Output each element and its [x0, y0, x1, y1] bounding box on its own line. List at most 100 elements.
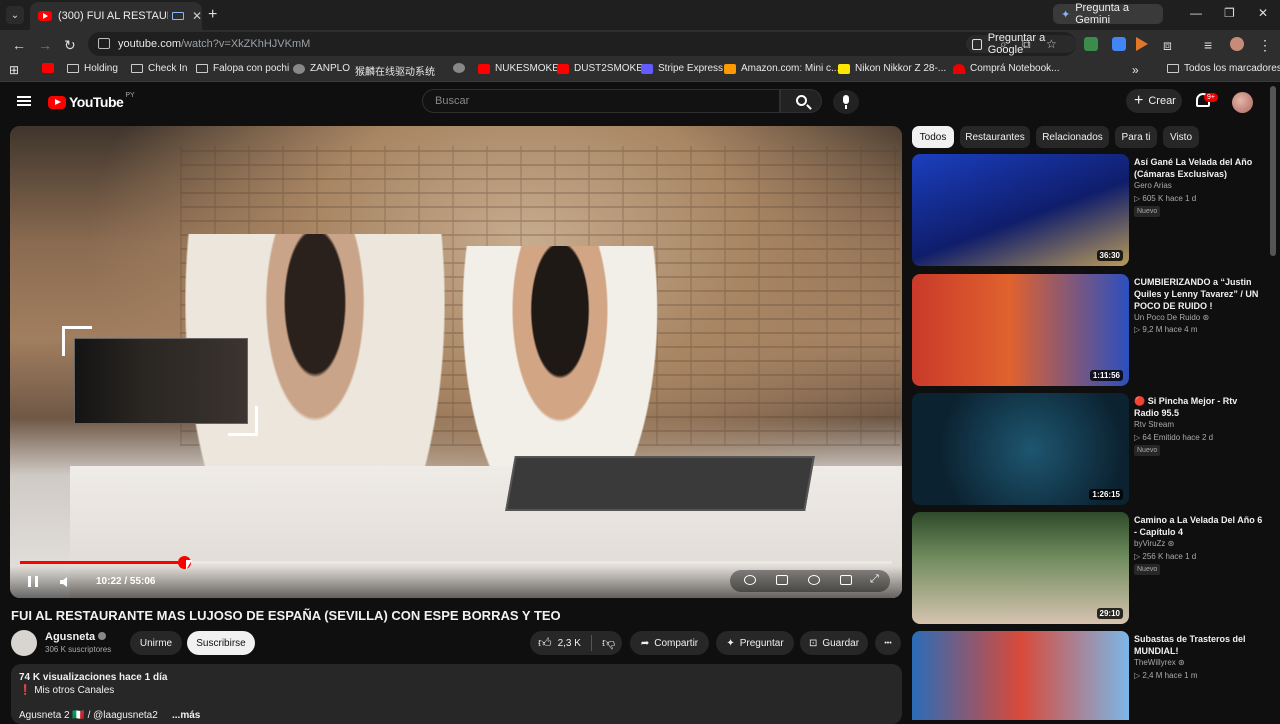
- bookmark-stripe[interactable]: Stripe Express: [641, 63, 723, 74]
- bookmark-folder-checkin[interactable]: Check In: [131, 63, 187, 74]
- bookmark-item[interactable]: [42, 63, 59, 73]
- recommendation-item[interactable]: 36:30 Así Gané La Velada del Año (Cámara…: [912, 154, 1272, 268]
- chip-todos[interactable]: Todos: [912, 126, 954, 148]
- description-box[interactable]: 74 K visualizaciones hace 1 día ❗ Mis ot…: [11, 664, 902, 724]
- volume-icon[interactable]: [59, 575, 73, 589]
- recommendation-channel[interactable]: Un Poco De Ruido ⊛: [1134, 313, 1209, 322]
- bookmark-globe[interactable]: [453, 63, 470, 73]
- chip-visto[interactable]: Visto: [1163, 126, 1199, 148]
- video-thumbnail[interactable]: 1:11:56: [912, 274, 1129, 386]
- video-thumbnail[interactable]: [912, 631, 1129, 720]
- media-control-icon[interactable]: ≡: [1204, 37, 1212, 53]
- video-thumbnail[interactable]: 36:30: [912, 154, 1129, 266]
- create-button[interactable]: + Crear: [1126, 89, 1182, 113]
- join-button[interactable]: Unirme: [130, 631, 182, 655]
- youtube-wordmark: YouTube: [69, 94, 124, 110]
- recommendation-channel[interactable]: byViruZz ⊛: [1134, 539, 1174, 548]
- like-count[interactable]: 2,3 K: [558, 638, 581, 649]
- pause-icon[interactable]: [28, 576, 38, 587]
- settings-gear-icon[interactable]: [808, 575, 820, 585]
- recommendation-item[interactable]: 1:26:15 🔴 Si Pincha Mejor - Rtv Radio 95…: [912, 393, 1272, 507]
- extension-play-icon[interactable]: [1136, 37, 1148, 51]
- voice-search-icon[interactable]: [833, 90, 859, 114]
- bookmarks-overflow-icon[interactable]: »: [1132, 63, 1139, 77]
- bookmark-amazon[interactable]: Amazon.com: Mini c...: [724, 63, 839, 74]
- more-actions-button[interactable]: •••: [875, 631, 901, 655]
- cast-icon: [172, 12, 184, 20]
- reload-icon[interactable]: ↻: [64, 37, 76, 54]
- bookmark-folder-holding[interactable]: Holding: [67, 63, 118, 74]
- recommendation-title[interactable]: Subastas de Trasteros del MUNDIAL!: [1134, 633, 1264, 657]
- gemini-button[interactable]: ✦ Pregunta a Gemini: [1053, 2, 1163, 26]
- maximize-button[interactable]: ❐: [1224, 6, 1235, 20]
- recommendation-item[interactable]: 29:10 Camino a La Velada Del Año 6 - Cap…: [912, 512, 1272, 626]
- show-more-link[interactable]: ...más: [172, 710, 200, 721]
- browser-menu-icon[interactable]: ⋮: [1258, 37, 1272, 54]
- fullscreen-icon[interactable]: ⤢: [870, 573, 882, 585]
- recommendation-item[interactable]: Subastas de Trasteros del MUNDIAL! TheWi…: [912, 631, 1272, 720]
- recommendation-title[interactable]: CUMBIERIZANDO a “Justin Quiles y Lenny T…: [1134, 276, 1264, 312]
- video-thumbnail[interactable]: 1:26:15: [912, 393, 1129, 505]
- bookmark-star-icon[interactable]: ☆: [1046, 37, 1057, 51]
- recommendation-title[interactable]: 🔴 Si Pincha Mejor - Rtv Radio 95.5: [1134, 395, 1264, 419]
- theater-mode-icon[interactable]: [840, 575, 852, 585]
- bookmark-notebook[interactable]: Comprá Notebook...: [953, 63, 1060, 74]
- progress-bar[interactable]: [20, 556, 892, 569]
- recommendation-channel[interactable]: Gero Arias: [1134, 181, 1172, 190]
- extension-icon[interactable]: [1112, 37, 1126, 51]
- new-tab-button[interactable]: +: [208, 6, 217, 24]
- recommendation-title[interactable]: Camino a La Velada Del Año 6 - Capítulo …: [1134, 514, 1264, 538]
- video-player[interactable]: 10:22 / 55:06 ⤢: [10, 126, 902, 598]
- chip-relacionados[interactable]: Relacionados: [1036, 126, 1109, 148]
- back-arrow-icon[interactable]: ←: [12, 37, 26, 53]
- extensions-puzzle-icon[interactable]: ⧈: [1163, 37, 1172, 54]
- recommendation-channel[interactable]: Rtv Stream: [1134, 420, 1174, 429]
- channel-avatar[interactable]: [11, 630, 37, 656]
- youtube-logo[interactable]: YouTube PY: [48, 92, 135, 110]
- site-info-icon[interactable]: [98, 38, 110, 49]
- bookmark-dust2smoke[interactable]: DUST2SMOKE: [557, 63, 643, 74]
- search-button[interactable]: [780, 89, 822, 113]
- chip-para-ti[interactable]: Para ti: [1115, 126, 1157, 148]
- dislike-thumb-icon[interactable]: 👎︎: [602, 635, 615, 651]
- tab-close-icon[interactable]: ✕: [192, 9, 202, 23]
- recommendation-title[interactable]: Así Gané La Velada del Año (Cámaras Excl…: [1134, 156, 1264, 180]
- tab-search-dropdown[interactable]: ⌄: [6, 6, 24, 24]
- url-path: /watch?v=XkZKhHJVKmM: [180, 38, 311, 50]
- bookmark-nukesmoke[interactable]: NUKESMOKE: [478, 63, 559, 74]
- forward-arrow-icon[interactable]: →: [38, 37, 52, 53]
- install-app-icon[interactable]: ⧉: [1022, 37, 1031, 52]
- like-thumb-icon[interactable]: 👍︎: [538, 635, 552, 651]
- bookmark-folder-falopa[interactable]: Falopa con pochi: [196, 63, 289, 74]
- close-window-button[interactable]: ✕: [1258, 6, 1268, 20]
- autoplay-toggle-icon[interactable]: [744, 575, 756, 585]
- ask-google-button[interactable]: Preguntar a Google: [966, 32, 1076, 56]
- recommendation-item[interactable]: 1:11:56 CUMBIERIZANDO a “Justin Quiles y…: [912, 274, 1272, 388]
- ask-button[interactable]: ✦ Preguntar: [716, 631, 794, 655]
- address-bar[interactable]: youtube.com/watch?v=XkZKhHJVKmM Pregunta…: [88, 32, 1076, 56]
- profile-avatar[interactable]: [1230, 37, 1244, 51]
- chip-restaurantes[interactable]: Restaurantes: [960, 126, 1030, 148]
- bookmark-nikon[interactable]: Nikon Nikkor Z 28-...: [838, 63, 946, 74]
- subscribe-button[interactable]: Suscribirse: [187, 631, 255, 655]
- menu-icon[interactable]: [17, 96, 31, 106]
- subtitles-icon[interactable]: [776, 575, 788, 585]
- save-button[interactable]: ⊡ Guardar: [800, 631, 868, 655]
- bookmark-zanplo[interactable]: ZANPLO: [293, 63, 350, 74]
- gemini-label: Pregunta a Gemini: [1075, 2, 1130, 26]
- channel-name[interactable]: Agusneta: [45, 631, 107, 643]
- recommendation-channel[interactable]: TheWillyrex ⊛: [1134, 658, 1185, 667]
- page-scrollbar[interactable]: [1270, 86, 1276, 256]
- extension-icon[interactable]: [1084, 37, 1098, 51]
- apps-grid-icon[interactable]: ⊞: [9, 63, 19, 77]
- bookmark-driver[interactable]: 猴麟在线驱动系统: [355, 63, 435, 78]
- browser-tab-active[interactable]: (300) FUI AL RESTAURANTE ✕: [30, 2, 202, 30]
- account-avatar[interactable]: [1232, 92, 1253, 113]
- video-thumbnail[interactable]: 29:10: [912, 512, 1129, 624]
- zoom-search-icon[interactable]: ⌕: [1000, 37, 1007, 52]
- all-bookmarks-folder[interactable]: Todos los marcadores: [1167, 63, 1280, 74]
- youtube-icon: [557, 63, 569, 74]
- minimize-button[interactable]: —: [1190, 6, 1202, 20]
- search-input[interactable]: Buscar: [422, 89, 780, 113]
- share-button[interactable]: ➦ Compartir: [630, 631, 709, 655]
